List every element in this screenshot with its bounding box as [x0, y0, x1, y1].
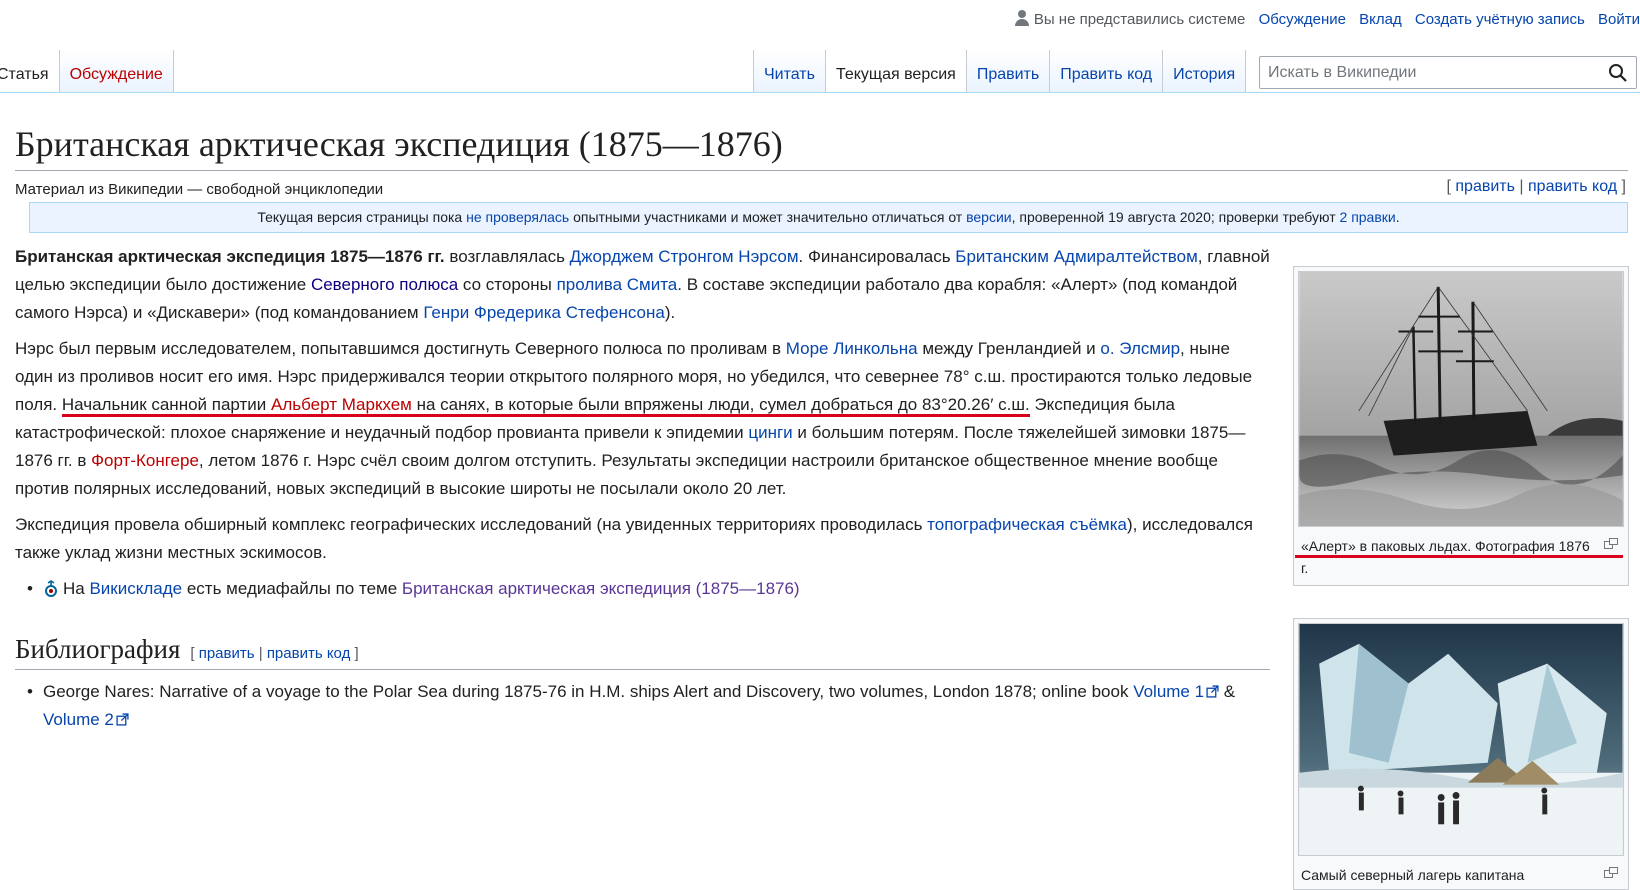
text: на санях, в которые были впряжены люди, …: [411, 395, 1030, 414]
article-body: Британская арктическая экспедиция 1875—1…: [15, 243, 1270, 734]
section-edit-code-link[interactable]: править код: [267, 645, 351, 662]
title-edit-code-link[interactable]: править код: [1528, 178, 1617, 195]
paragraph-research: Экспедиция провела обширный комплекс гео…: [15, 511, 1270, 567]
paragraph-history: Нэрс был первым исследователем, попытавш…: [15, 335, 1270, 503]
bracket-open: [: [1446, 178, 1451, 195]
tab-discussion-label: Обсуждение: [69, 66, 163, 83]
magnify-icon[interactable]: [1604, 867, 1618, 878]
link-stephenson[interactable]: Генри Фредерика Стефенсона: [423, 303, 665, 322]
talk-link[interactable]: Обсуждение: [1259, 11, 1346, 28]
link-nares[interactable]: Джорджем Стронгом Нэрсом: [570, 247, 799, 266]
tab-discussion[interactable]: Обсуждение: [58, 50, 174, 93]
thumbnail-alert-ship: «Алерт» в паковых льдах. Фотография 1876…: [1293, 266, 1629, 586]
caption-red-underline: [1295, 555, 1623, 558]
text: есть медиафайлы по теме: [182, 579, 402, 598]
link-admiralty[interactable]: Британским Адмиралтейством: [955, 247, 1197, 266]
external-link-icon: [1206, 685, 1219, 698]
text: На: [63, 579, 90, 598]
thumbnail-northern-camp: Самый северный лагерь капитана: [1293, 618, 1629, 890]
page-title: Британская арктическая экспедиция (1875—…: [15, 121, 1628, 171]
bracket-open: [: [190, 645, 195, 662]
separator: |: [1519, 178, 1524, 195]
anon-user: Вы не представились системе: [1005, 10, 1246, 28]
text: George Nares: Narrative of a voyage to t…: [43, 681, 1134, 701]
search-icon[interactable]: [1608, 63, 1628, 83]
bracket-close: ]: [1621, 178, 1626, 195]
text: ).: [664, 303, 676, 322]
link-fort-conger[interactable]: Форт-Конгере: [91, 451, 199, 470]
notice-text: .: [1395, 209, 1400, 225]
lead-bold: Британская арктическая экспедиция 1875—1…: [15, 247, 445, 266]
bracket-close: ]: [354, 645, 359, 662]
text: Начальник санной партии: [61, 395, 271, 414]
search-input[interactable]: [1260, 57, 1606, 88]
link-markham[interactable]: Альберт Маркхем: [271, 395, 412, 414]
link-volume-1[interactable]: Volume 1: [1133, 682, 1204, 701]
section-heading-bibliography: Библиография [ править | править код ]: [15, 631, 1270, 670]
site-tagline: Материал из Википедии — свободной энцикл…: [15, 181, 384, 198]
personal-tools: Вы не представились системе Обсуждение В…: [996, 10, 1640, 32]
tab-history[interactable]: История: [1162, 50, 1247, 93]
notice-edits-link[interactable]: 2 правки: [1340, 209, 1396, 225]
highlighted-sentence: Начальник санной партии Альберт Маркхем …: [61, 395, 1030, 417]
notice-text: Текущая версия страницы пока: [257, 209, 467, 225]
link-topography[interactable]: топографическая съёмка: [927, 515, 1127, 534]
separator: |: [258, 645, 263, 662]
search-box: [1259, 56, 1637, 89]
flagged-revisions-notice: Текущая версия страницы пока не проверял…: [29, 202, 1628, 233]
tab-edit[interactable]: Править: [965, 50, 1051, 93]
commons-icon: [45, 580, 57, 597]
text: . Финансировалась: [798, 247, 956, 266]
text: Нэрс был первым исследователем, попытавш…: [15, 339, 786, 358]
arctic-camp-painting[interactable]: [1298, 623, 1624, 856]
text: возглавлялась: [444, 247, 570, 266]
contributions-link[interactable]: Вклад: [1359, 11, 1402, 28]
user-icon: [1014, 10, 1030, 26]
notice-text: , проверенной 19 августа 2020; проверки …: [1011, 209, 1340, 225]
tab-edit-code[interactable]: Править код: [1049, 50, 1164, 93]
text: &: [1219, 681, 1236, 701]
notice-version-link[interactable]: версии: [966, 209, 1012, 225]
login-link[interactable]: Войти: [1598, 11, 1640, 28]
namespace-tabs: Статья Обсуждение: [0, 50, 174, 93]
text: между Гренландией и: [917, 339, 1101, 358]
link-north-pole[interactable]: Северного полюса: [311, 275, 458, 294]
bibliography-item: George Nares: Narrative of a voyage to t…: [27, 678, 1270, 734]
external-link-icon: [116, 713, 129, 726]
create-account-link[interactable]: Создать учётную запись: [1415, 11, 1585, 28]
anon-label: Вы не представились системе: [1033, 11, 1246, 28]
tab-current-version[interactable]: Текущая версия: [824, 50, 967, 93]
paragraph-intro: Британская арктическая экспедиция 1875—1…: [15, 243, 1270, 327]
view-tabs: Читать Текущая версия Править Править ко…: [753, 50, 1247, 93]
caption-text: Самый северный лагерь капитана: [1301, 867, 1525, 883]
link-scurvy[interactable]: цинги: [748, 423, 792, 442]
link-ellesmere[interactable]: о. Элсмир: [1100, 339, 1180, 358]
link-commons-category[interactable]: Британская арктическая экспедиция (1875—…: [402, 579, 800, 598]
notice-text: опытными участниками и может значительно…: [569, 209, 967, 225]
title-edit-link[interactable]: править: [1455, 178, 1515, 195]
section-title: Библиография: [15, 634, 181, 664]
title-edit-links: [ править | править код ]: [1446, 178, 1626, 196]
link-smith-sound[interactable]: пролива Смита: [557, 275, 678, 294]
text: со стороны: [458, 275, 557, 294]
tab-read[interactable]: Читать: [753, 50, 826, 93]
section-edit-link[interactable]: править: [199, 645, 255, 662]
notice-unchecked-link[interactable]: не проверялась: [466, 209, 569, 225]
magnify-icon[interactable]: [1604, 538, 1618, 549]
ship-in-ice-photo[interactable]: [1298, 271, 1624, 527]
section-edit-links: [ править | править код ]: [190, 645, 358, 662]
link-volume-2[interactable]: Volume 2: [43, 710, 114, 729]
tab-underline: [0, 92, 1640, 93]
tab-article[interactable]: Статья: [0, 50, 60, 93]
thumbnail-caption: Самый северный лагерь капитана: [1298, 861, 1624, 886]
text: Экспедиция провела обширный комплекс гео…: [15, 515, 928, 534]
link-lincoln-sea[interactable]: Море Линкольна: [786, 339, 918, 358]
commons-item: На Викискладе есть медиафайлы по теме Бр…: [27, 575, 1270, 603]
link-commons[interactable]: Викискладе: [89, 579, 182, 598]
